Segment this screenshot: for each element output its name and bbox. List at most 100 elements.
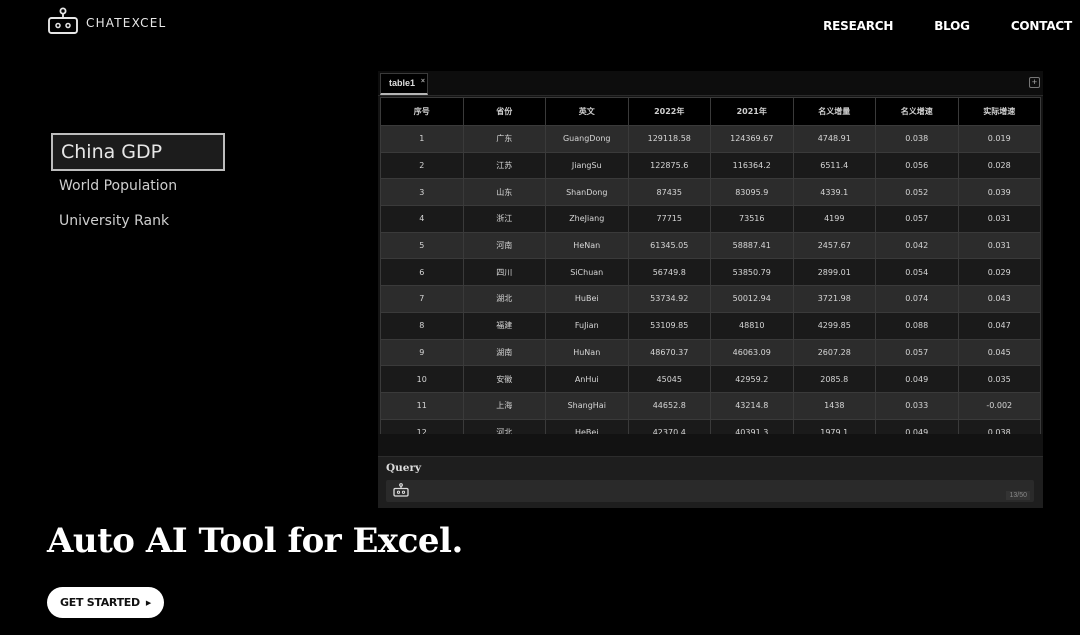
- table-cell[interactable]: 53850.79: [710, 258, 794, 287]
- table-cell[interactable]: 河南: [462, 231, 546, 260]
- table-row[interactable]: 7 湖北 HuBei 53734.92 50012.94 3721.98 0.074 0.04…: [380, 285, 1041, 313]
- table-cell[interactable]: 2607.28: [792, 338, 876, 367]
- table-row[interactable]: 8 福建 FuJian 53109.85 48810 4299.85 0.088 0.047: [380, 311, 1041, 340]
- table-cell[interactable]: 0.031: [957, 231, 1041, 260]
- table-cell[interactable]: 0.054: [875, 258, 959, 287]
- table-cell[interactable]: 116364.2: [710, 151, 794, 180]
- table-row[interactable]: 5 河南 HeNan 61345.05 58887.41 2457.67 0.042 0.03…: [380, 231, 1041, 260]
- table-cell[interactable]: 53109.85: [627, 311, 711, 340]
- table-cell[interactable]: 7: [380, 285, 464, 313]
- table-cell[interactable]: 87435: [627, 178, 711, 207]
- table-cell[interactable]: 1: [380, 125, 464, 153]
- table-cell[interactable]: 安徽: [462, 365, 546, 393]
- table-cell[interactable]: AnHui: [545, 365, 629, 393]
- table-cell[interactable]: 83095.9: [710, 178, 794, 207]
- table-cell[interactable]: 58887.41: [710, 231, 794, 260]
- table-cell[interactable]: 上海: [462, 391, 546, 420]
- table-cell[interactable]: 4199: [792, 205, 876, 233]
- column-header[interactable]: 名义增量: [792, 97, 876, 126]
- table-cell[interactable]: 0.039: [957, 178, 1041, 207]
- table-row[interactable]: 4 浙江 ZheJiang 77715 73516 4199 0.057 0.031: [380, 205, 1041, 233]
- table-cell[interactable]: 0.056: [875, 151, 959, 180]
- table-cell[interactable]: JiangSu: [545, 151, 629, 180]
- table-cell[interactable]: 73516: [710, 205, 794, 233]
- table-cell[interactable]: 6511.4: [792, 151, 876, 180]
- table-cell[interactable]: ShanDong: [545, 178, 629, 207]
- dataset-item-china-gdp[interactable]: China GDP: [51, 133, 225, 171]
- table-cell[interactable]: 山东: [462, 178, 546, 207]
- table-cell[interactable]: 0.028: [957, 151, 1041, 180]
- table-cell[interactable]: 40391.3: [710, 418, 794, 434]
- table-cell[interactable]: 6: [380, 258, 464, 287]
- table-cell[interactable]: 42370.4: [627, 418, 711, 434]
- column-header[interactable]: 实际增速: [957, 97, 1041, 126]
- get-started-button[interactable]: GET STARTED ▶: [47, 587, 164, 618]
- table-cell[interactable]: 9: [380, 338, 464, 367]
- table-cell[interactable]: 124369.67: [710, 125, 794, 153]
- table-cell[interactable]: HuBei: [545, 285, 629, 313]
- column-header[interactable]: 名义增速: [875, 97, 959, 126]
- brand-logo[interactable]: ChatExcel: [47, 7, 166, 37]
- table-cell[interactable]: 0.074: [875, 285, 959, 313]
- table-cell[interactable]: 3: [380, 178, 464, 207]
- column-header[interactable]: 2021年: [710, 97, 794, 126]
- column-header[interactable]: 英文: [545, 97, 629, 126]
- table-cell[interactable]: 0.019: [957, 125, 1041, 153]
- table-cell[interactable]: 129118.58: [627, 125, 711, 153]
- nav-research[interactable]: RESEARCH: [823, 19, 893, 33]
- column-header[interactable]: 省份: [462, 97, 546, 126]
- table-cell[interactable]: 浙江: [462, 205, 546, 233]
- table-cell[interactable]: 0.052: [875, 178, 959, 207]
- tab-table1[interactable]: table1 ×: [380, 73, 428, 95]
- table-cell[interactable]: HeBei: [545, 418, 629, 434]
- table-cell[interactable]: 42959.2: [710, 365, 794, 393]
- table-cell[interactable]: 湖北: [462, 285, 546, 313]
- table-cell[interactable]: 0.038: [957, 418, 1041, 434]
- dataset-item-university-rank[interactable]: University Rank: [51, 213, 225, 229]
- table-cell[interactable]: 0.042: [875, 231, 959, 260]
- table-row[interactable]: 2 江苏 JiangSu 122875.6 116364.2 6511.4 0.056 0.0…: [380, 151, 1041, 180]
- table-row[interactable]: 1 广东 GuangDong 129118.58 124369.67 4748.91 0.0…: [380, 125, 1041, 153]
- table-cell[interactable]: 8: [380, 311, 464, 340]
- table-cell[interactable]: 2899.01: [792, 258, 876, 287]
- table-row[interactable]: 10 安徽 AnHui 45045 42959.2 2085.8 0.049 0.035: [380, 365, 1041, 393]
- table-cell[interactable]: ZheJiang: [545, 205, 629, 233]
- table-cell[interactable]: 0.033: [875, 391, 959, 420]
- table-row[interactable]: 3 山东 ShanDong 87435 83095.9 4339.1 0.052 0.039: [380, 178, 1041, 207]
- table-cell[interactable]: 0.029: [957, 258, 1041, 287]
- table-cell[interactable]: 4299.85: [792, 311, 876, 340]
- table-cell[interactable]: 2457.67: [792, 231, 876, 260]
- table-cell[interactable]: 4339.1: [792, 178, 876, 207]
- table-cell[interactable]: 2: [380, 151, 464, 180]
- table-cell[interactable]: 0.057: [875, 205, 959, 233]
- table-cell[interactable]: 12: [380, 418, 464, 434]
- table-cell[interactable]: FuJian: [545, 311, 629, 340]
- nav-blog[interactable]: BLOG: [934, 19, 970, 33]
- table-cell[interactable]: 0.047: [957, 311, 1041, 340]
- table-cell[interactable]: 10: [380, 365, 464, 393]
- table-cell[interactable]: 1979.1: [792, 418, 876, 434]
- table-cell[interactable]: 48670.37: [627, 338, 711, 367]
- table-cell[interactable]: 53734.92: [627, 285, 711, 313]
- table-row[interactable]: 12 河北 HeBei 42370.4 40391.3 1979.1 0.049 0.038: [380, 418, 1041, 434]
- table-cell[interactable]: 0.038: [875, 125, 959, 153]
- table-row[interactable]: 9 湖南 HuNan 48670.37 46063.09 2607.28 0.057 0.04…: [380, 338, 1041, 367]
- table-cell[interactable]: 1438: [792, 391, 876, 420]
- data-table-container[interactable]: 序号 省份 英文 2022年 2021年 名义增量 名义增速 实际增速 1 广东 GuangDon…: [380, 97, 1041, 434]
- table-cell[interactable]: 0.088: [875, 311, 959, 340]
- table-cell[interactable]: 2085.8: [792, 365, 876, 393]
- table-cell[interactable]: 广东: [462, 125, 546, 153]
- table-cell[interactable]: 江苏: [462, 151, 546, 180]
- table-cell[interactable]: ShangHai: [545, 391, 629, 420]
- table-cell[interactable]: 5: [380, 231, 464, 260]
- table-row[interactable]: 11 上海 ShangHai 44652.8 43214.8 1438 0.033 -0.00…: [380, 391, 1041, 420]
- table-cell[interactable]: 0.031: [957, 205, 1041, 233]
- table-cell[interactable]: HuNan: [545, 338, 629, 367]
- table-cell[interactable]: 48810: [710, 311, 794, 340]
- table-cell[interactable]: -0.002: [957, 391, 1041, 420]
- table-cell[interactable]: 0.049: [875, 418, 959, 434]
- table-cell[interactable]: 0.035: [957, 365, 1041, 393]
- table-cell[interactable]: 4748.91: [792, 125, 876, 153]
- query-input[interactable]: 13/50: [386, 480, 1034, 502]
- table-cell[interactable]: 11: [380, 391, 464, 420]
